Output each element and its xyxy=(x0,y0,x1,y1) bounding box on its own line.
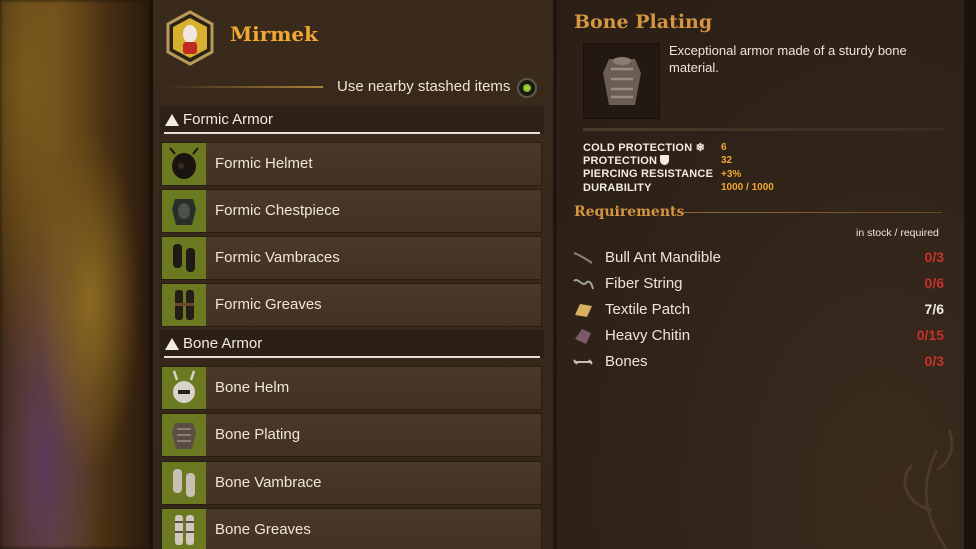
category-header-bone-armor[interactable]: Bone Armor xyxy=(160,330,544,358)
formic-vambraces-icon xyxy=(162,237,206,279)
right-frame-edge xyxy=(964,0,976,549)
player-avatar-badge xyxy=(165,10,215,66)
recipe-item-label: Formic Chestpiece xyxy=(215,202,341,219)
stat-value: 6 xyxy=(721,142,727,154)
stash-toggle-label: Use nearby stashed items xyxy=(337,78,511,95)
recipe-item-label: Bone Vambrace xyxy=(215,474,322,491)
recipe-item-formic-helmet[interactable]: Formic Helmet xyxy=(161,142,542,186)
bone-vambrace-icon xyxy=(162,462,206,504)
vine-decoration-icon xyxy=(903,429,954,549)
bone-plating-icon xyxy=(162,414,206,456)
category-label: Formic Armor xyxy=(183,111,273,128)
category-underline xyxy=(164,132,540,134)
recipe-item-formic-chestpiece[interactable]: Formic Chestpiece xyxy=(161,189,542,233)
stat-row-piercing-resistance: PIERCING RESISTANCE +3% xyxy=(583,168,774,181)
patch-icon xyxy=(575,304,592,317)
recipe-item-label: Formic Vambraces xyxy=(215,249,340,266)
requirement-count: 0/3 xyxy=(924,353,944,369)
requirement-row: Heavy Chitin 0/15 xyxy=(572,325,944,347)
recipe-item-label: Bone Greaves xyxy=(215,521,311,538)
recipe-item-label: Formic Greaves xyxy=(215,296,322,313)
stats-list: COLD PROTECTION ❄ 6 PROTECTION 32 PIERCI… xyxy=(583,141,774,194)
stat-name: PROTECTION xyxy=(583,154,658,167)
requirement-name: Fiber String xyxy=(605,275,683,292)
formic-chestpiece-icon xyxy=(162,190,206,232)
requirement-row: Bull Ant Mandible 0/3 xyxy=(572,247,944,269)
category-underline xyxy=(164,356,540,358)
string-icon xyxy=(573,279,594,290)
bone-greaves-icon xyxy=(162,509,206,549)
player-portrait-icon xyxy=(166,10,214,66)
category-label: Bone Armor xyxy=(183,335,263,352)
stat-row-cold-protection: COLD PROTECTION ❄ 6 xyxy=(583,141,774,154)
stat-value: 32 xyxy=(721,155,733,167)
requirement-count: 0/6 xyxy=(924,275,944,291)
recipe-item-label: Bone Helm xyxy=(215,379,290,396)
collapse-triangle-icon xyxy=(165,338,179,350)
recipe-item-label: Bone Plating xyxy=(215,426,301,443)
shield-icon xyxy=(660,154,670,165)
recipe-item-bone-greaves[interactable]: Bone Greaves xyxy=(161,508,542,549)
category-header-formic-armor[interactable]: Formic Armor xyxy=(160,106,544,134)
stash-toggle[interactable] xyxy=(517,78,537,98)
requirement-name: Heavy Chitin xyxy=(605,327,691,344)
stat-value: +3% xyxy=(721,168,742,180)
requirement-count: 0/15 xyxy=(916,327,944,343)
requirement-name: Bones xyxy=(605,353,648,370)
bone-plating-preview-icon xyxy=(583,43,660,119)
chitin-icon xyxy=(575,329,591,344)
recipe-item-bone-vambrace[interactable]: Bone Vambrace xyxy=(161,461,542,505)
detail-description: Exceptional armor made of a sturdy bone … xyxy=(669,43,907,75)
stat-name: PIERCING RESISTANCE xyxy=(583,168,714,181)
recipe-item-label: Formic Helmet xyxy=(215,155,313,172)
requirement-name: Textile Patch xyxy=(605,301,691,318)
requirements-title: Requirements xyxy=(574,204,685,220)
bones-icon xyxy=(573,359,593,365)
player-name: Mirmek xyxy=(230,22,319,46)
requirement-count: 0/3 xyxy=(924,249,944,265)
stat-row-durability: DURABILITY 1000 / 1000 xyxy=(583,181,774,194)
recipe-item-formic-vambraces[interactable]: Formic Vambraces xyxy=(161,236,542,280)
stat-separator xyxy=(583,128,943,131)
requirements-divider xyxy=(682,212,942,213)
detail-title: Bone Plating xyxy=(574,11,713,33)
mandible-icon xyxy=(573,252,593,264)
requirement-name: Bull Ant Mandible xyxy=(605,249,721,266)
requirement-row: Bones 0/3 xyxy=(572,351,944,373)
recipe-item-formic-greaves[interactable]: Formic Greaves xyxy=(161,283,542,327)
requirement-row: Fiber String 0/6 xyxy=(572,273,944,295)
stat-row-protection: PROTECTION 32 xyxy=(583,154,774,167)
game-world-backdrop xyxy=(0,0,150,549)
collapse-triangle-icon xyxy=(165,114,179,126)
header-divider xyxy=(165,86,323,88)
recipe-item-bone-helm[interactable]: Bone Helm xyxy=(161,366,542,410)
bone-helm-icon xyxy=(162,367,206,409)
formic-greaves-icon xyxy=(162,284,206,326)
stat-name: DURABILITY xyxy=(583,181,652,194)
recipe-item-bone-plating[interactable]: Bone Plating xyxy=(161,413,542,457)
stat-value: 1000 / 1000 xyxy=(721,182,774,194)
stat-name: COLD PROTECTION xyxy=(583,142,693,155)
requirement-row: Textile Patch 7/6 xyxy=(572,299,944,321)
stock-note: in stock / required xyxy=(856,227,939,239)
requirement-count: 7/6 xyxy=(924,301,944,317)
snowflake-icon: ❄ xyxy=(695,142,706,155)
formic-helmet-icon xyxy=(162,143,206,185)
